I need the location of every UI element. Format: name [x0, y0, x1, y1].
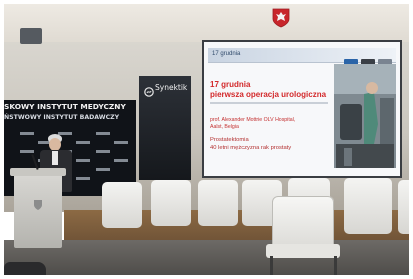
eagle-emblem-icon: [272, 8, 290, 28]
podium-emblem-icon: [33, 196, 43, 210]
foreground-chair-back: [272, 196, 334, 248]
speaker-shirt: [52, 151, 58, 165]
foreground-chair-seat: [266, 244, 340, 258]
slide-presenter-line-2: Aalst, Belgia: [210, 124, 239, 130]
photo-frame: SKOWY INSTYTUT MEDYCZNY ŃSTWOWY INSTYTUT…: [4, 4, 409, 275]
stage-chair: [102, 182, 142, 228]
slide-surgery-photo: [334, 64, 396, 168]
slide-subtitle-bar: [210, 102, 328, 104]
slide-header-text: 17 grudnia: [212, 51, 241, 57]
slide-presenter-line-1: prof. Alexander Mottrie OLV Hospital,: [210, 117, 296, 123]
stage-chair-partial: [398, 180, 409, 234]
banner-line-2: ŃSTWOWY INSTYTUT BADAWCZY: [4, 114, 120, 121]
foreground-chair-leg: [270, 256, 273, 275]
stage-chair: [151, 180, 191, 226]
banner-line-1: SKOWY INSTYTUT MEDYCZNY: [4, 102, 126, 111]
synektik-brand-label: Synektik: [155, 83, 188, 92]
slide-topic-line-2: 40 letni mężczyzna rak prostaty: [210, 145, 292, 151]
synektik-logo-icon: [144, 82, 154, 97]
stage-chair: [344, 178, 392, 234]
ceiling-light: [20, 28, 42, 44]
conference-photo: SKOWY INSTYTUT MEDYCZNY ŃSTWOWY INSTYTUT…: [0, 0, 413, 279]
slide-topic-line-1: Prostatektomia: [210, 137, 249, 143]
slide-title-line-1: 17 grudnia: [210, 80, 251, 89]
slide-title-line-2: pierwsza operacja urologiczna: [210, 90, 327, 99]
audience-shoe: [4, 262, 46, 275]
slide-header-logos: [344, 51, 392, 65]
auditorium-floor: [4, 240, 409, 275]
foreground-chair-leg: [334, 256, 337, 275]
stage-chair: [198, 180, 238, 226]
